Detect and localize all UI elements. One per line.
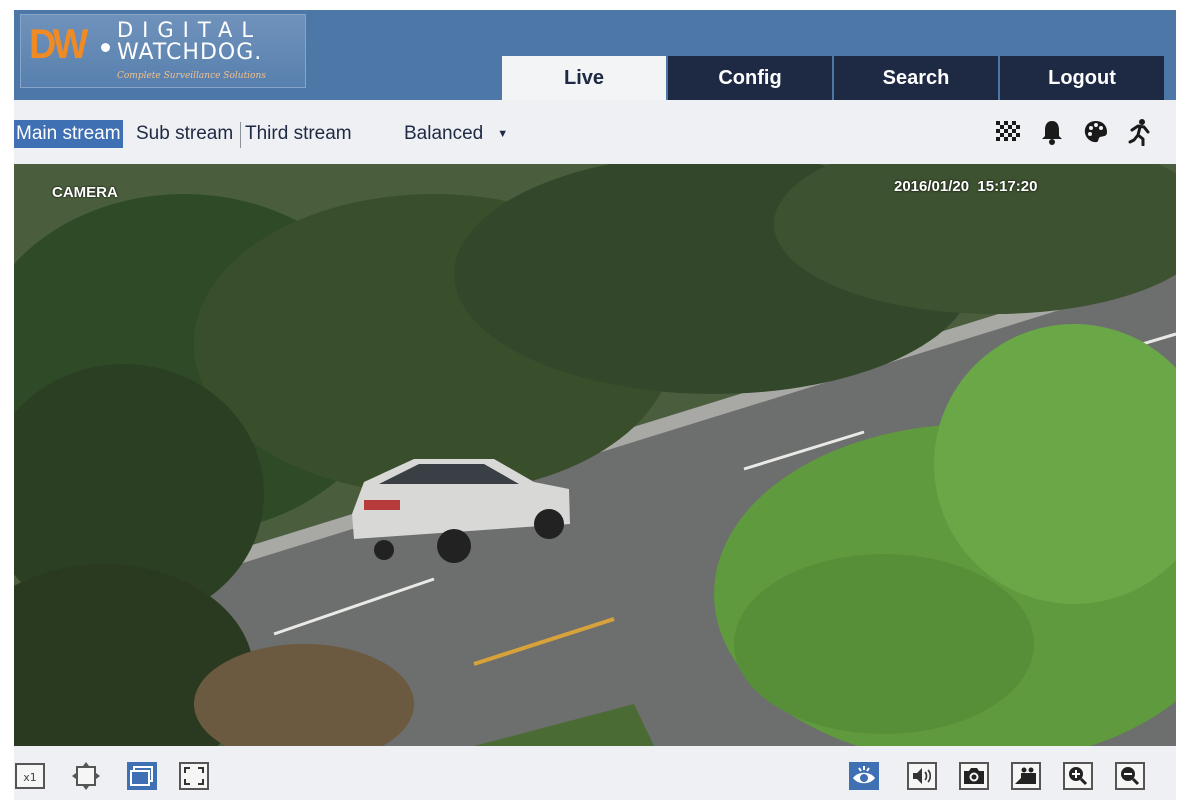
svg-text:x1: x1 xyxy=(23,771,37,784)
stream-toolbar: Main stream Sub stream Third stream Bala… xyxy=(14,100,1176,164)
sub-stream-button[interactable]: Sub stream xyxy=(134,120,235,148)
logo-tagline: Complete Surveillance Solutions xyxy=(117,71,266,81)
main-nav-tabs: Live Config Search Logout xyxy=(502,56,1166,100)
zoom-out-icon[interactable] xyxy=(1114,760,1146,792)
quality-value: Balanced xyxy=(404,123,484,145)
logo-dot xyxy=(101,43,110,52)
web-client-window: DW DIGITAL WATCHDOG. Complete Surveillan… xyxy=(14,10,1176,800)
stream-divider xyxy=(240,122,241,148)
logo-wordmark-bottom: WATCHDOG. xyxy=(117,40,263,65)
tab-config[interactable]: Config xyxy=(668,56,832,100)
motion-person-icon[interactable] xyxy=(1124,116,1156,148)
live-view-icon[interactable] xyxy=(848,760,880,792)
osd-timestamp: 2016/01/20 15:17:20 xyxy=(894,178,1038,195)
zoom-in-icon[interactable] xyxy=(1062,760,1094,792)
mosaic-icon[interactable] xyxy=(992,116,1024,148)
logo: DW DIGITAL WATCHDOG. Complete Surveillan… xyxy=(20,14,306,88)
fullscreen-icon[interactable] xyxy=(178,760,210,792)
video-control-bar: x1 xyxy=(14,746,1176,800)
logo-wordmark-top: DIGITAL xyxy=(117,18,263,42)
quality-dropdown[interactable]: Balanced ▼ xyxy=(404,120,508,148)
record-icon[interactable] xyxy=(1010,760,1042,792)
osd-camera-name: CAMERA xyxy=(52,184,118,201)
window-mode-icon[interactable] xyxy=(126,760,158,792)
header-bar: DW DIGITAL WATCHDOG. Complete Surveillan… xyxy=(14,10,1176,100)
live-video-view[interactable]: CAMERA 2016/01/20 15:17:20 xyxy=(14,164,1176,746)
logo-mark: DW xyxy=(29,20,88,67)
palette-icon[interactable] xyxy=(1080,116,1112,148)
stream-tool-icons xyxy=(992,116,1156,148)
alarm-bell-icon[interactable] xyxy=(1036,116,1068,148)
snapshot-icon[interactable] xyxy=(958,760,990,792)
main-stream-button[interactable]: Main stream xyxy=(14,120,123,148)
third-stream-button[interactable]: Third stream xyxy=(243,120,354,148)
original-size-icon[interactable]: x1 xyxy=(14,760,46,792)
audio-icon[interactable] xyxy=(906,760,938,792)
fit-ratio-icon[interactable] xyxy=(70,760,102,792)
tab-search[interactable]: Search xyxy=(834,56,998,100)
camera-scene xyxy=(14,164,1176,746)
chevron-down-icon: ▼ xyxy=(497,128,509,140)
tab-logout[interactable]: Logout xyxy=(1000,56,1164,100)
tab-live[interactable]: Live xyxy=(502,56,666,100)
